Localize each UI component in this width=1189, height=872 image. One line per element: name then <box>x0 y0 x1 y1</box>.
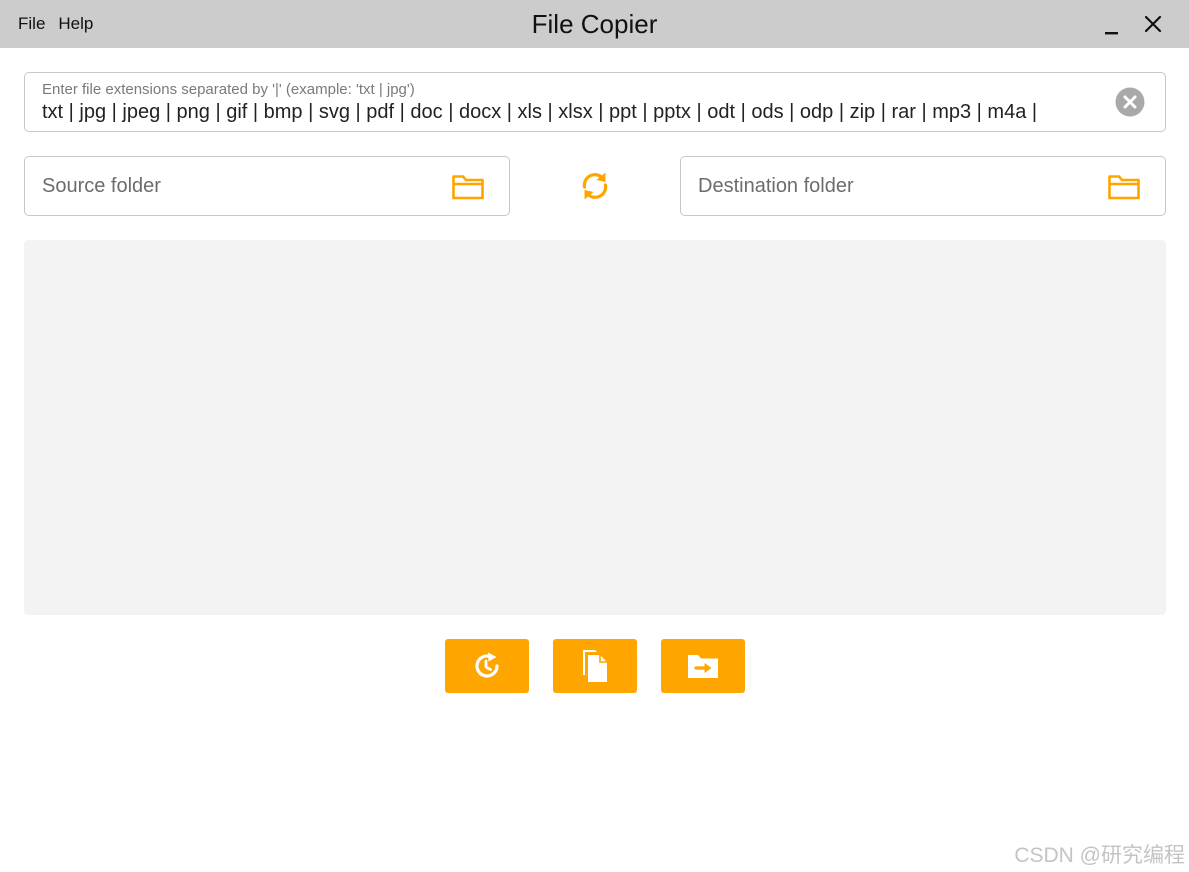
close-button[interactable] <box>1139 10 1167 38</box>
watermark: CSDN @研究编程 <box>1014 844 1185 867</box>
close-icon <box>1144 15 1162 33</box>
folder-icon <box>1108 175 1140 200</box>
source-folder-placeholder: Source folder <box>42 175 161 197</box>
move-files-button[interactable] <box>661 639 745 693</box>
extensions-field: Enter file extensions separated by '|' (… <box>24 72 1166 132</box>
clear-circle-icon <box>1115 87 1145 117</box>
folder-icon <box>452 175 484 200</box>
file-list-area[interactable] <box>24 240 1166 615</box>
extensions-label: Enter file extensions separated by '|' (… <box>42 81 415 98</box>
clear-extensions-button[interactable] <box>1115 87 1145 117</box>
move-folder-icon <box>688 655 718 678</box>
browse-destination-button[interactable] <box>1107 172 1141 202</box>
source-folder-field[interactable]: Source folder <box>24 156 510 216</box>
extensions-input[interactable] <box>42 98 1102 126</box>
swap-refresh-icon <box>582 172 608 200</box>
history-icon <box>475 652 499 678</box>
browse-source-button[interactable] <box>451 172 485 202</box>
destination-folder-placeholder: Destination folder <box>698 175 854 197</box>
swap-folders-button[interactable] <box>578 168 612 204</box>
history-button[interactable] <box>445 639 529 693</box>
destination-folder-field[interactable]: Destination folder <box>680 156 1166 216</box>
minimize-icon <box>1105 32 1118 35</box>
window-title: File Copier <box>531 9 658 39</box>
copy-files-icon <box>583 650 607 682</box>
menu-bar: File Help <box>18 14 93 34</box>
title-bar: File Help File Copier <box>0 0 1189 48</box>
minimize-button[interactable] <box>1099 10 1127 38</box>
copy-files-button[interactable] <box>553 639 637 693</box>
menu-help[interactable]: Help <box>58 14 93 34</box>
menu-file[interactable]: File <box>18 14 45 34</box>
